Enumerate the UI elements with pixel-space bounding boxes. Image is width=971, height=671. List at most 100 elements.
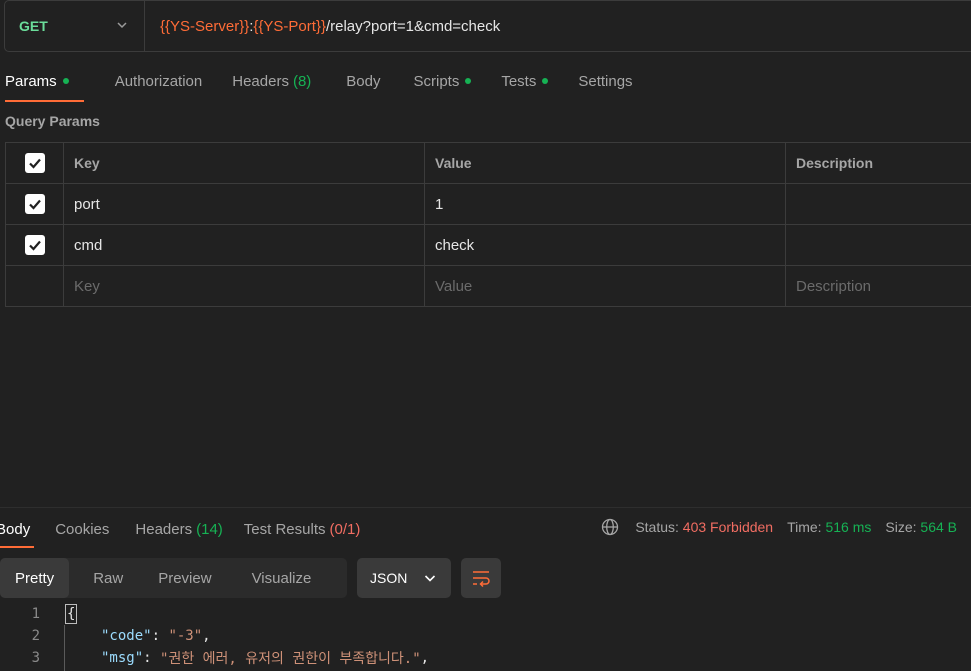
size-value: 564 B — [920, 519, 957, 535]
language-select[interactable]: JSON — [357, 558, 451, 598]
format-preview-button[interactable]: Preview — [138, 558, 231, 598]
new-key-input[interactable]: Key — [63, 265, 425, 307]
response-tabs: Body Cookies Headers (14) Test Results (0/… — [0, 510, 371, 548]
checkbox-checked-icon[interactable] — [24, 194, 45, 214]
size-label: Size: — [885, 519, 917, 535]
request-tabs: Params Authorization Headers (8) Body Scr… — [0, 60, 648, 102]
json-string-value: "-3" — [168, 628, 203, 644]
format-pretty-button[interactable]: Pretty — [0, 558, 70, 598]
method-select[interactable]: GET — [5, 1, 145, 51]
tab-response-headers-count: (14) — [196, 520, 223, 538]
method-label: GET — [19, 18, 48, 34]
tab-response-headers[interactable]: Headers (14) — [120, 510, 233, 548]
table-row: cmd check — [5, 224, 971, 266]
size-readout[interactable]: Size: 564 B — [885, 519, 957, 535]
row-checkbox-cell — [5, 265, 64, 307]
tab-scripts[interactable]: Scripts — [396, 60, 487, 102]
tab-test-results-count: (0/1) — [329, 520, 361, 538]
tab-settings[interactable]: Settings — [563, 60, 647, 102]
status-value: 403 Forbidden — [682, 519, 774, 535]
column-header-description: Description — [785, 142, 971, 184]
param-description-cell[interactable] — [785, 183, 971, 225]
tab-cookies[interactable]: Cookies — [41, 510, 120, 548]
status-dot-icon — [542, 78, 549, 84]
wrap-lines-icon — [473, 571, 490, 588]
param-value-cell[interactable]: check — [424, 224, 786, 266]
status-label: Status: — [635, 519, 679, 535]
new-value-input[interactable]: Value — [424, 265, 786, 307]
wrap-lines-button[interactable] — [461, 558, 501, 598]
status-readout[interactable]: Status: 403 Forbidden — [635, 519, 773, 535]
table-row: port 1 — [5, 183, 971, 225]
tab-test-results-label: Test Results — [243, 520, 326, 538]
code-line-content: "msg": "권한 에러, 유저의 권한이 부족합니다.", — [101, 648, 429, 668]
tab-cookies-label: Cookies — [55, 520, 110, 538]
language-label: JSON — [370, 570, 408, 586]
row-checkbox-cell[interactable] — [5, 224, 64, 266]
chevron-down-icon — [424, 575, 436, 582]
query-params-title: Query Params — [5, 113, 100, 129]
url-bar: GET {{YS-Server}}:{{YS-Port}}/relay?port… — [4, 0, 971, 52]
format-tabs: Pretty Raw Preview Visualize — [0, 558, 347, 598]
url-path: /relay?port=1&cmd=check — [325, 17, 501, 35]
column-header-value: Value — [424, 142, 786, 184]
globe-icon[interactable] — [601, 518, 619, 536]
tab-tests-label: Tests — [501, 72, 537, 90]
param-key-cell[interactable]: port — [63, 183, 425, 225]
code-line-content: { — [65, 604, 78, 624]
tab-body[interactable]: Body — [326, 60, 395, 102]
status-dot-icon — [62, 78, 69, 84]
url-server-variable: {{YS-Server}} — [160, 17, 250, 35]
json-string-value: "권한 에러, 유저의 권한이 부족합니다." — [160, 651, 421, 667]
tab-params[interactable]: Params — [0, 60, 84, 102]
new-description-input[interactable]: Description — [785, 265, 971, 307]
select-all-cell[interactable] — [5, 142, 64, 184]
tab-test-results[interactable]: Test Results (0/1) — [234, 510, 372, 548]
json-comma: , — [420, 650, 430, 666]
tab-body-label: Body — [346, 72, 381, 90]
tab-response-body-label: Body — [0, 520, 31, 538]
url-input[interactable]: {{YS-Server}}:{{YS-Port}}/relay?port=1&c… — [145, 18, 500, 35]
tab-headers-count: (8) — [292, 72, 312, 90]
tab-response-body[interactable]: Body — [0, 510, 41, 548]
checkbox-checked-icon[interactable] — [24, 153, 45, 173]
json-key: "msg" — [101, 650, 144, 666]
json-comma: , — [202, 628, 211, 644]
table-header-row: Key Value Description — [5, 142, 971, 184]
chevron-down-icon — [116, 19, 128, 34]
tab-response-headers-label: Headers — [135, 520, 193, 538]
param-key-cell[interactable]: cmd — [63, 224, 425, 266]
time-readout[interactable]: Time: 516 ms — [787, 519, 871, 535]
tab-headers-label: Headers — [232, 72, 289, 90]
time-label: Time: — [787, 519, 822, 535]
code-line: 3 "msg": "권한 에러, 유저의 권한이 부족합니다.", — [0, 647, 971, 669]
tab-scripts-label: Scripts — [413, 72, 460, 90]
tab-settings-label: Settings — [578, 72, 633, 90]
column-header-key: Key — [63, 142, 425, 184]
response-divider[interactable] — [0, 507, 971, 508]
line-number: 3 — [31, 650, 40, 666]
tab-params-label: Params — [5, 72, 57, 90]
line-number: 1 — [31, 606, 40, 622]
param-value-cell[interactable]: 1 — [424, 183, 786, 225]
json-key: "code" — [101, 628, 152, 644]
response-meta: Status: 403 Forbidden Time: 516 ms Size:… — [601, 510, 957, 544]
status-dot-icon — [465, 78, 472, 84]
format-raw-button[interactable]: Raw — [69, 558, 138, 598]
code-line: 1 { — [0, 603, 971, 625]
tab-headers[interactable]: Headers (8) — [217, 60, 326, 102]
tab-authorization[interactable]: Authorization — [84, 60, 218, 102]
format-visualize-button[interactable]: Visualize — [232, 558, 332, 598]
tab-tests[interactable]: Tests — [486, 60, 563, 102]
tab-authorization-label: Authorization — [114, 72, 203, 90]
url-port-variable: {{YS-Port}} — [253, 17, 326, 35]
param-description-cell[interactable] — [785, 224, 971, 266]
response-body-code[interactable]: 1 { 2 "code": "-3", 3 "msg": "권한 에러, 유저의… — [0, 603, 971, 671]
code-line: 2 "code": "-3", — [0, 625, 971, 647]
code-line-content: "code": "-3", — [101, 628, 211, 644]
checkbox-checked-icon[interactable] — [24, 235, 45, 255]
table-row-empty: Key Value Description — [5, 265, 971, 307]
row-checkbox-cell[interactable] — [5, 183, 64, 225]
json-separator: : — [151, 628, 169, 644]
json-separator: : — [143, 650, 161, 666]
